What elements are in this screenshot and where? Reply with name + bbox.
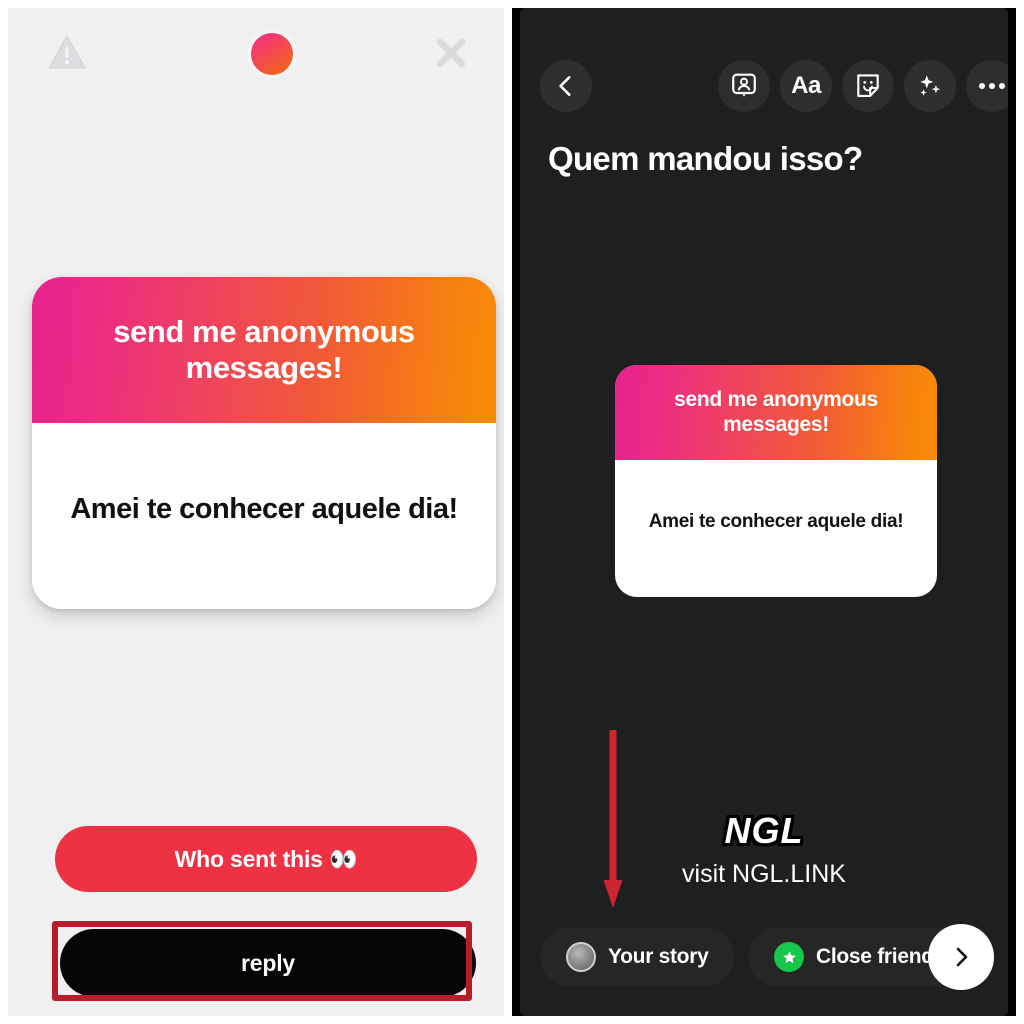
story-sticker-prompt: send me anonymous messages! (674, 388, 878, 436)
story-sticker-text: Amei te conhecer aquele dia! (648, 510, 904, 532)
chevron-left-icon (559, 76, 571, 96)
ngl-branding: NGL visit NGL.LINK (520, 810, 1008, 889)
message-card-text: Amei te conhecer aquele dia! (70, 492, 458, 525)
your-story-chip[interactable]: Your story (540, 928, 735, 986)
ngl-message-panel: send me anonymous messages! Amei te conh… (8, 8, 504, 1016)
text-tool-button[interactable]: Aa (780, 60, 832, 112)
effects-button[interactable] (904, 60, 956, 112)
back-button[interactable] (540, 60, 592, 112)
story-title-text[interactable]: Quem mandou isso? (548, 140, 863, 178)
ngl-gradient-dot (251, 33, 293, 75)
close-x-icon[interactable] (431, 33, 471, 73)
message-card-body: Amei te conhecer aquele dia! (32, 423, 496, 609)
send-story-button[interactable] (928, 924, 994, 990)
avatar (566, 942, 596, 972)
sticker-button[interactable] (842, 60, 894, 112)
sparkles-icon (920, 75, 941, 96)
tag-person-icon (732, 73, 756, 97)
warning-triangle-icon[interactable] (48, 34, 86, 70)
anonymous-message-card: send me anonymous messages! Amei te conh… (32, 277, 496, 609)
who-sent-this-button[interactable]: Who sent this 👀 (55, 826, 477, 892)
tag-person-button[interactable] (718, 60, 770, 112)
sticker-smiley-icon (857, 74, 879, 97)
story-toolbar: Aa (520, 56, 1008, 116)
screenshot-stage: send me anonymous messages! Amei te conh… (0, 0, 1024, 1024)
story-sticker-body: Amei te conhecer aquele dia! (615, 460, 937, 597)
message-card-prompt: send me anonymous messages! (113, 313, 415, 385)
message-card-header: send me anonymous messages! (32, 277, 496, 423)
text-aa-icon: Aa (791, 72, 821, 99)
close-friends-label: Close friends (816, 945, 946, 968)
more-dots-icon (979, 83, 1005, 89)
story-bottom-bar: Your story Close friends (520, 924, 1008, 990)
ngl-topbar (8, 8, 504, 98)
instagram-story-panel: Aa Quem mandou isso? send me anonymous m… (512, 8, 1016, 1016)
story-canvas: Aa Quem mandou isso? send me anonymous m… (520, 8, 1008, 1016)
chevron-right-icon (956, 947, 968, 967)
story-sticker-header: send me anonymous messages! (615, 365, 937, 460)
ngl-logo: NGL (724, 810, 804, 851)
reply-button[interactable]: reply (60, 929, 476, 997)
close-friends-star-icon (774, 942, 804, 972)
more-options-button[interactable] (966, 60, 1008, 112)
ngl-visit-link: visit NGL.LINK (682, 860, 846, 888)
your-story-label: Your story (608, 945, 709, 968)
story-message-sticker[interactable]: send me anonymous messages! Amei te conh… (615, 365, 937, 597)
